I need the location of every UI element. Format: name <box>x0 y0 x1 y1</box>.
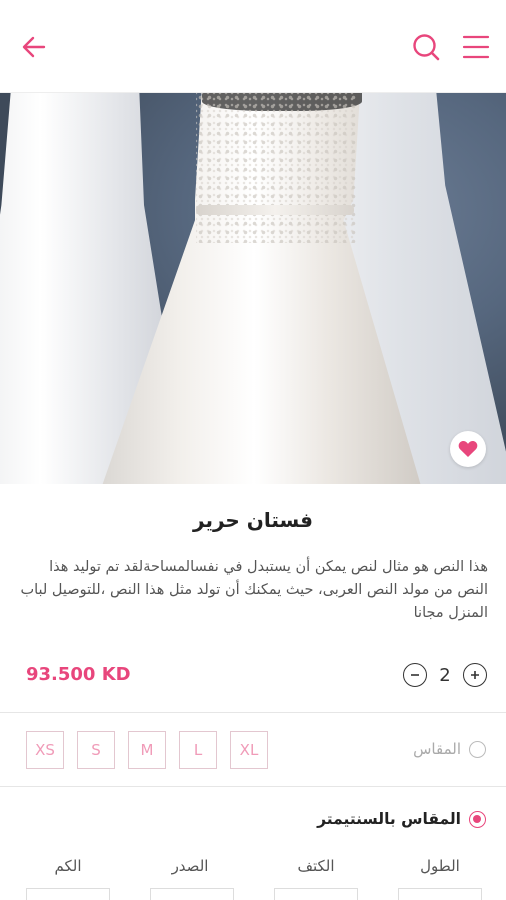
quantity-value: 2 <box>439 664 451 686</box>
decrease-quantity-button[interactable] <box>403 663 427 687</box>
standard-size-radio[interactable] <box>469 740 486 758</box>
product-title: فستان حرير <box>193 508 313 532</box>
custom-size-label: المقاس بالسنتيمتر <box>317 810 461 828</box>
chest-input[interactable] <box>150 888 234 900</box>
menu-button[interactable] <box>456 27 496 67</box>
minus-icon <box>411 674 419 676</box>
measure-label-length: الطول <box>420 857 460 875</box>
product-description: هذا النص هو مثال لنص يمكن أن يستبدل في ن… <box>20 559 488 621</box>
size-options: XS S M L XL <box>26 731 268 769</box>
shoulder-input[interactable] <box>274 888 358 900</box>
length-input[interactable] <box>398 888 482 900</box>
size-option-l[interactable]: L <box>179 731 217 769</box>
measure-label-shoulder: الكتف <box>297 857 335 875</box>
custom-size-radio[interactable] <box>469 810 486 828</box>
arrow-left-icon <box>22 36 46 58</box>
lace-bodice <box>196 93 356 243</box>
custom-size-option[interactable]: المقاس بالسنتيمتر <box>317 810 486 828</box>
back-button[interactable] <box>14 27 54 67</box>
search-button[interactable] <box>406 27 446 67</box>
measure-label-chest: الصدر <box>171 857 209 875</box>
product-image <box>0 93 506 484</box>
favorite-button[interactable] <box>450 431 486 467</box>
size-option-s[interactable]: S <box>77 731 115 769</box>
divider <box>0 712 506 713</box>
heart-icon <box>458 441 478 457</box>
plus-icon <box>471 671 479 679</box>
size-option-xs[interactable]: XS <box>26 731 64 769</box>
hamburger-menu-icon <box>462 35 490 59</box>
size-option-m[interactable]: M <box>128 731 166 769</box>
increase-quantity-button[interactable] <box>463 663 487 687</box>
size-option-xl[interactable]: XL <box>230 731 268 769</box>
standard-size-option[interactable]: المقاس <box>413 740 486 758</box>
search-icon <box>413 34 440 61</box>
quantity-stepper: 2 <box>403 663 487 687</box>
dress-belt <box>196 205 354 215</box>
product-price: 93.500 KD <box>26 664 131 685</box>
measure-label-sleeve: الكم <box>54 857 82 875</box>
app-header <box>0 0 506 93</box>
sleeve-input[interactable] <box>26 888 110 900</box>
divider <box>0 786 506 787</box>
standard-size-label: المقاس <box>413 740 461 758</box>
